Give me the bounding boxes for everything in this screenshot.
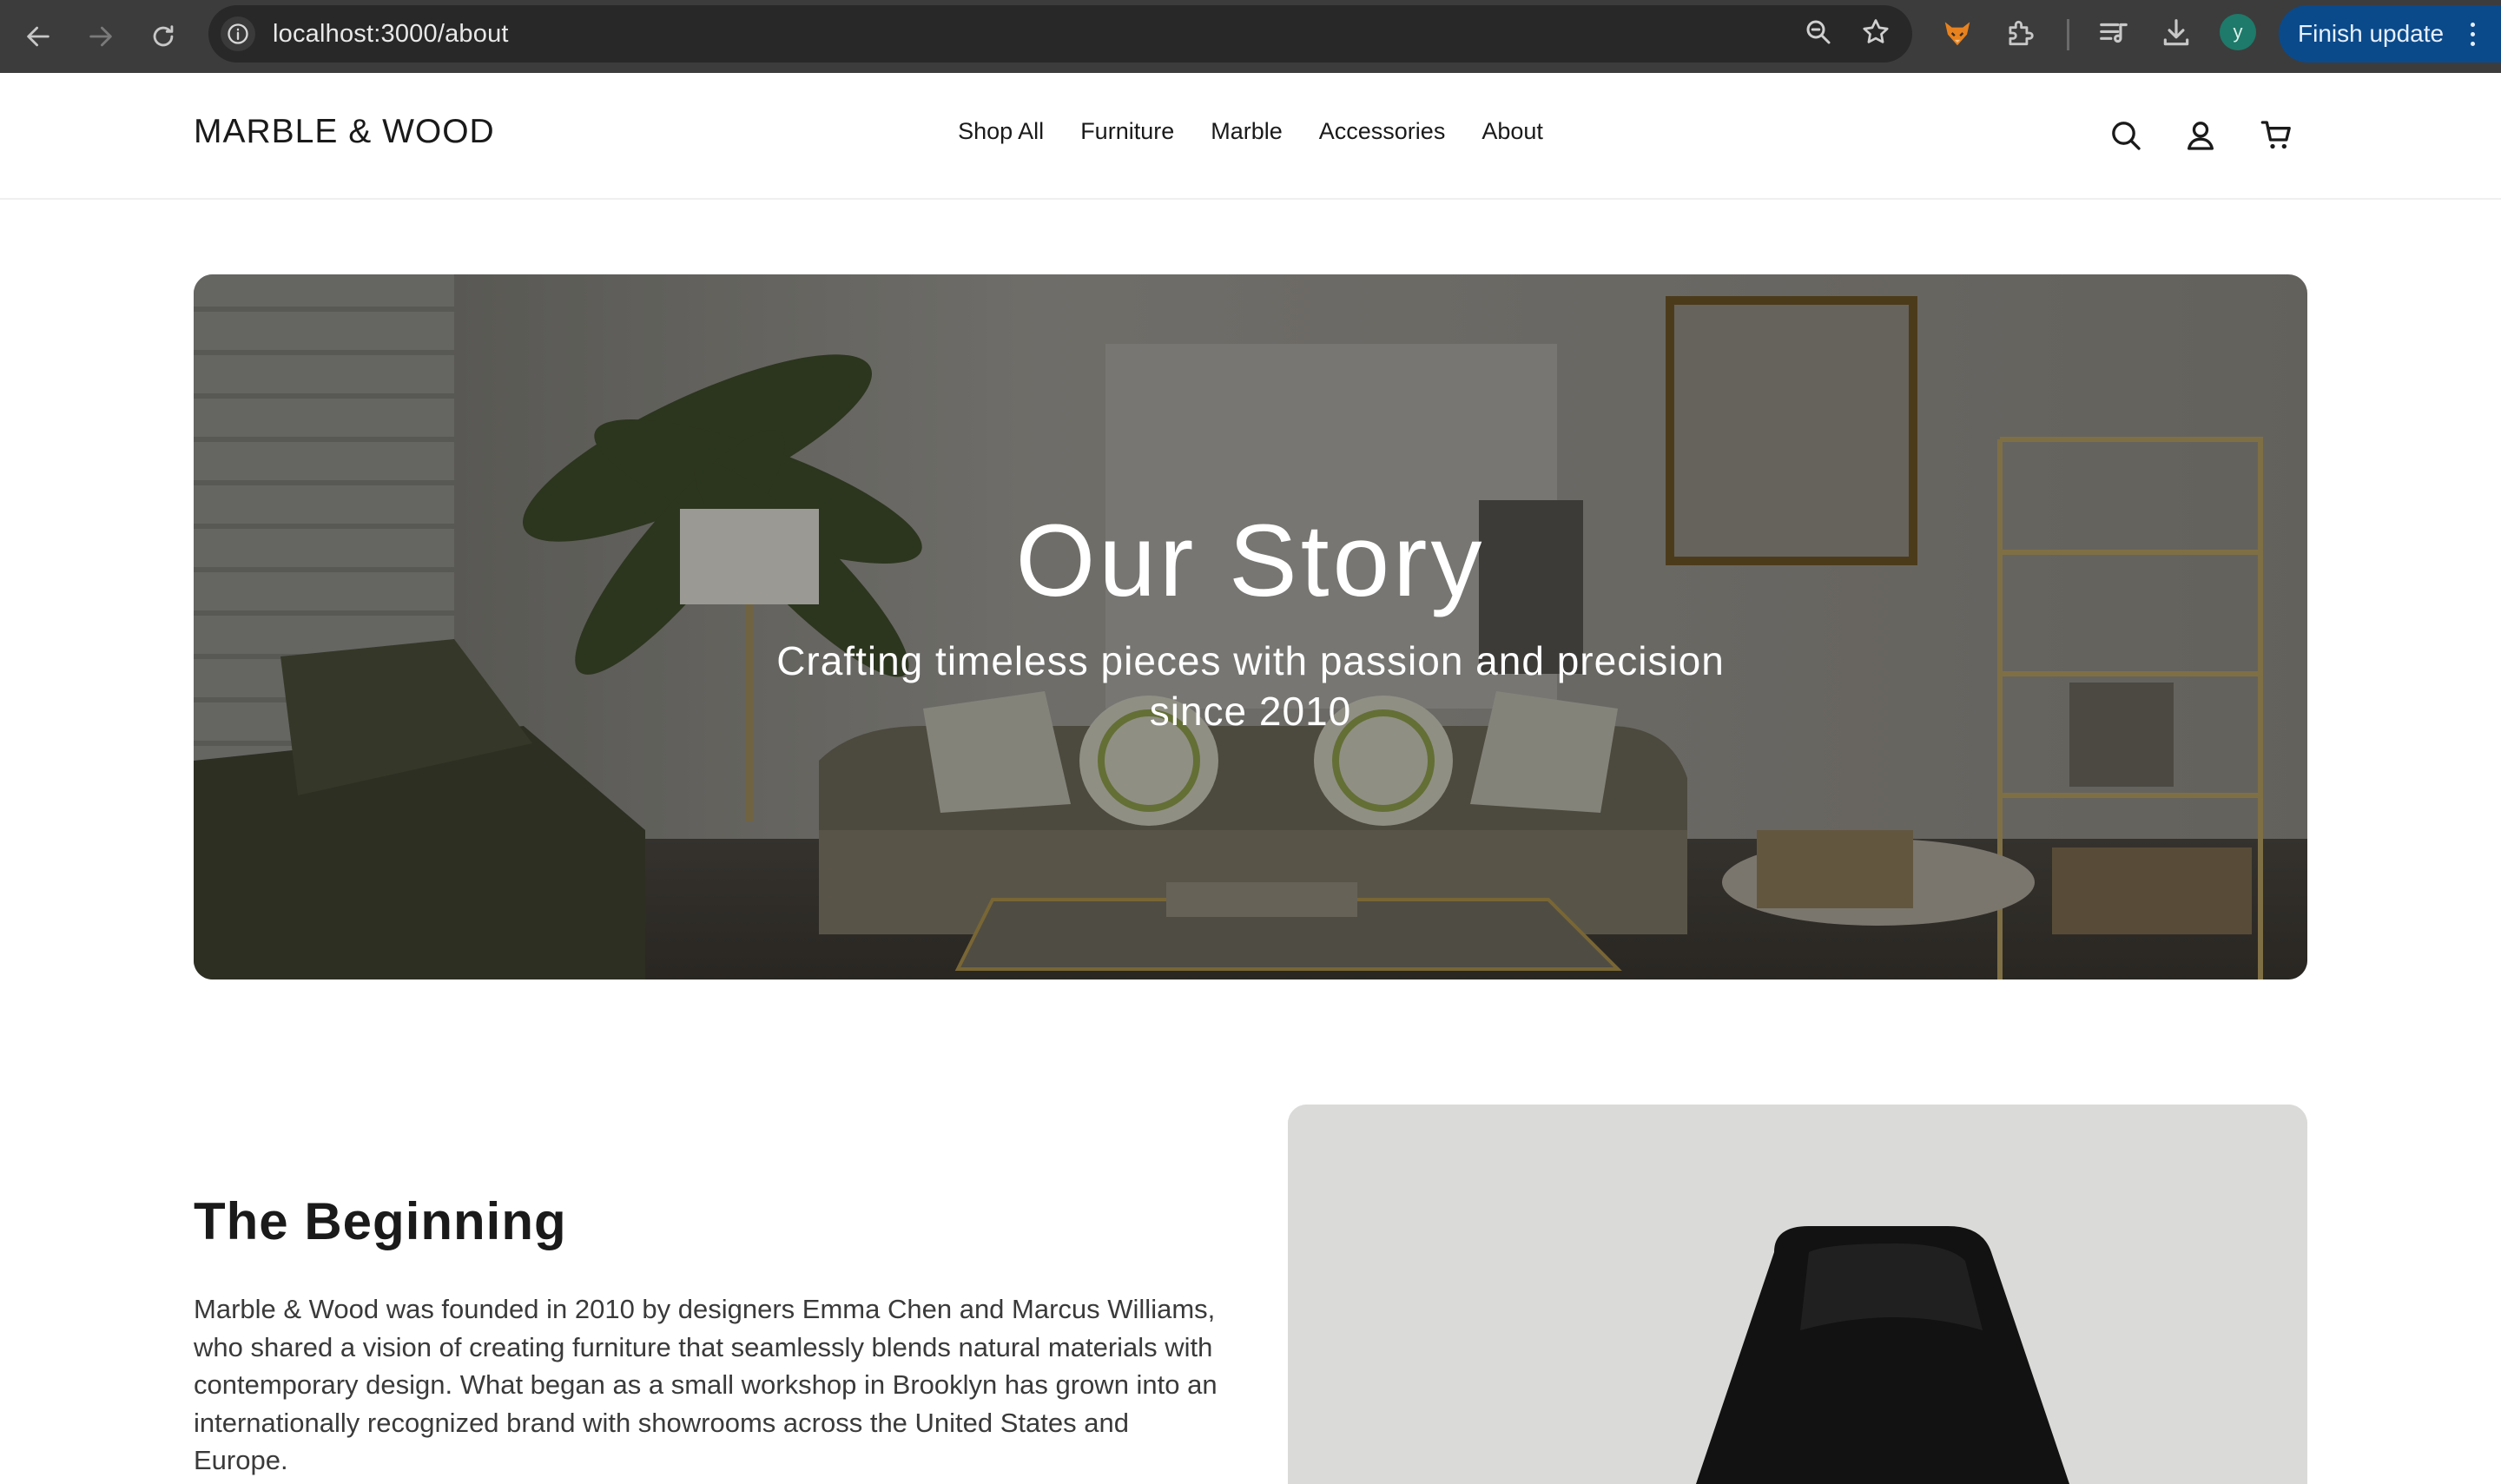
finish-update-label: Finish update <box>2298 20 2445 47</box>
back-button[interactable] <box>14 12 63 61</box>
arrow-right-icon <box>89 26 112 47</box>
hero-banner: Our Story Crafting timeless pieces with … <box>194 274 2307 979</box>
nav-marble[interactable]: Marble <box>1211 118 1283 145</box>
toolbar-divider <box>2067 19 2069 50</box>
reload-button[interactable] <box>139 12 188 61</box>
story-paragraph: Marble & Wood was founded in 2010 by des… <box>194 1294 1218 1475</box>
site-header: MARBLE & WOOD Shop All Furniture Marble … <box>0 73 2501 200</box>
forward-button[interactable] <box>76 12 125 61</box>
search-icon[interactable] <box>2108 118 2143 153</box>
star-icon[interactable] <box>1860 16 1891 48</box>
hero-title: Our Story <box>1015 504 1486 618</box>
nav-furniture[interactable]: Furniture <box>1080 118 1174 145</box>
nav-shop-all[interactable]: Shop All <box>958 118 1044 145</box>
cart-icon[interactable] <box>2260 118 2294 153</box>
fox-extension-icon[interactable] <box>1938 14 1976 52</box>
zoom-icon[interactable] <box>1803 16 1834 48</box>
hero-subtitle: Crafting timeless pieces with passion an… <box>776 638 1725 734</box>
download-icon[interactable] <box>2157 14 2195 52</box>
puzzle-icon[interactable] <box>2001 14 2039 52</box>
nav-accessories[interactable]: Accessories <box>1319 118 1446 145</box>
address-bar[interactable]: localhost:3000/about <box>208 5 1912 63</box>
more-vert-icon[interactable] <box>2471 23 2475 46</box>
info-icon[interactable] <box>221 16 255 51</box>
browser-toolbar: localhost:3000/about y Finish update <box>0 0 2501 73</box>
nav-about[interactable]: About <box>1481 118 1543 145</box>
url-text[interactable]: localhost:3000/about <box>273 20 509 49</box>
arrow-left-icon <box>27 26 49 47</box>
finish-update-button[interactable]: Finish update <box>2279 5 2501 63</box>
chair-image <box>1288 1105 2307 1484</box>
hero-overlay <box>194 274 2307 979</box>
media-control-icon[interactable] <box>2095 14 2133 52</box>
profile-avatar[interactable]: y <box>2220 14 2256 50</box>
section-heading: The Beginning <box>194 1192 567 1250</box>
user-icon[interactable] <box>2183 118 2218 153</box>
reload-icon <box>153 25 174 47</box>
